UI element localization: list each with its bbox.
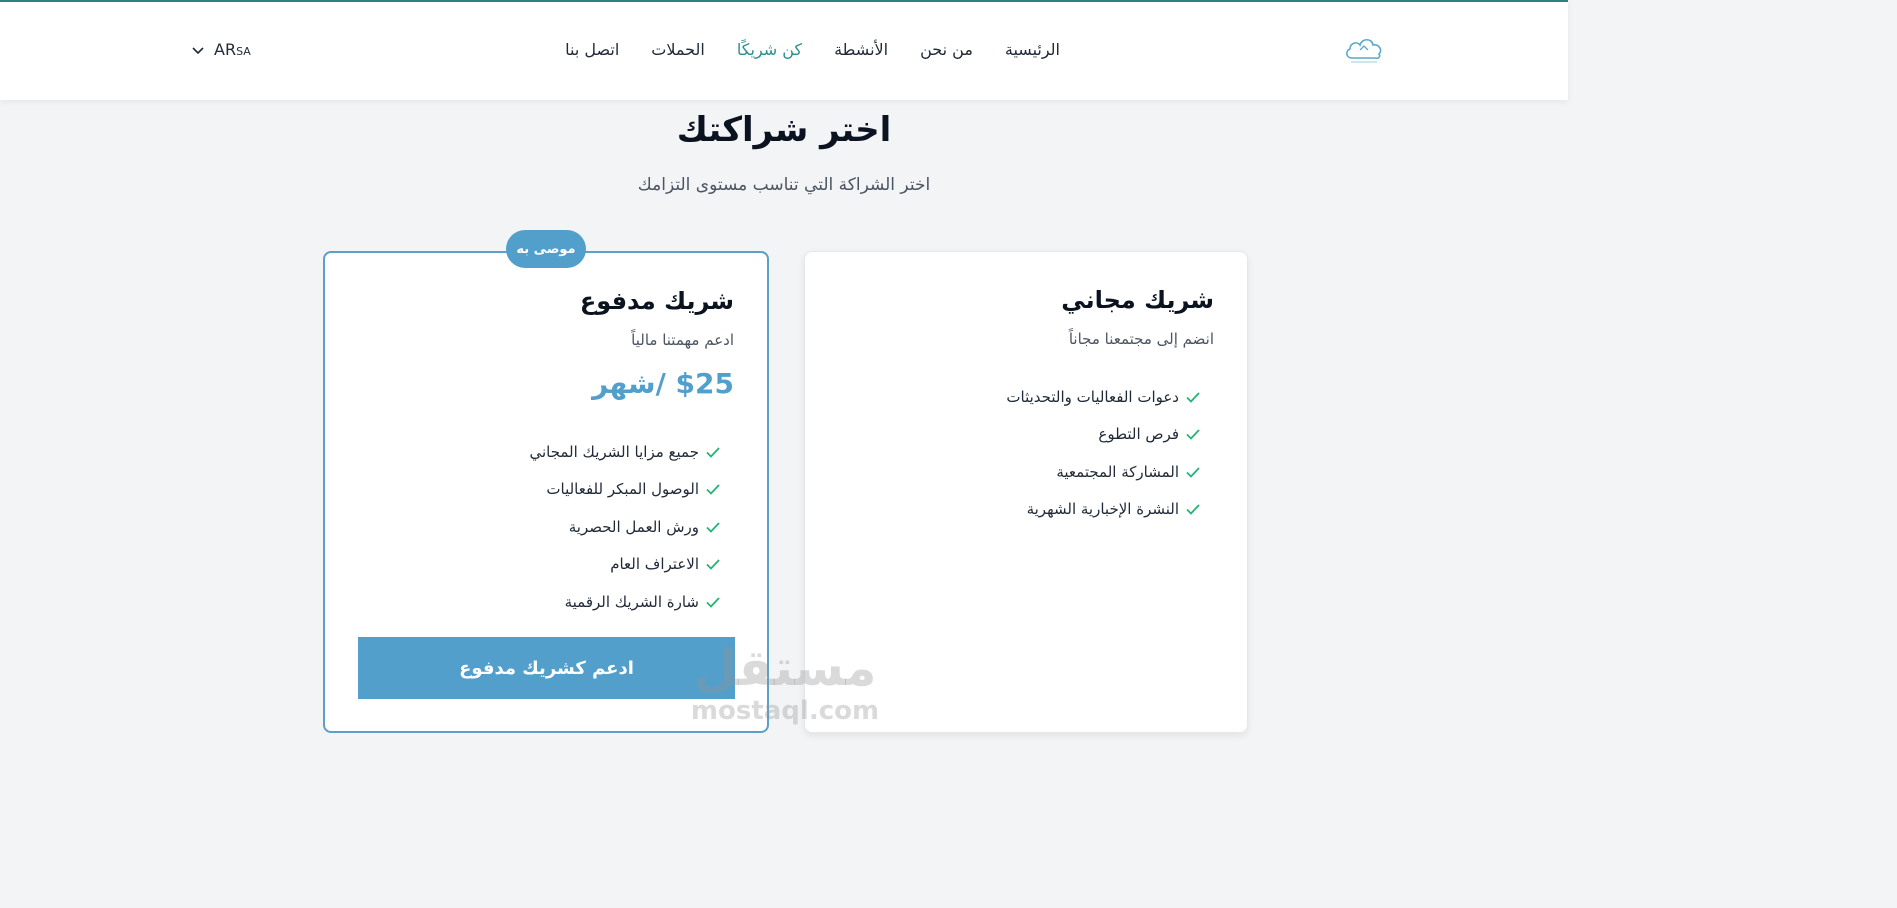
nav-item-become-partner[interactable]: كن شريكًا [737, 40, 802, 66]
nav-item-campaigns[interactable]: الحملات [651, 40, 705, 66]
feature-label: المشاركة المجتمعية [1056, 462, 1179, 481]
language-code: ARSA [214, 40, 251, 59]
feature-label: ورش العمل الحصرية [568, 517, 699, 536]
free-plan-features: دعوات الفعاليات والتحديثات فرص التطوع ال… [1006, 378, 1201, 528]
recommended-badge: موصى به [506, 230, 586, 268]
top-navbar: الرئيسية من نحن الأنشطة كن شريكًا الحملا… [0, 0, 1568, 100]
nav-item-home[interactable]: الرئيسية [1005, 40, 1060, 66]
feature-item: المشاركة المجتمعية [1006, 453, 1201, 491]
free-plan-title: شريك مجاني [1061, 286, 1214, 314]
paid-plan-features: جميع مزايا الشريك المجاني الوصول المبكر … [529, 433, 721, 621]
free-plan-description: انضم إلى مجتمعنا مجاناً [1068, 330, 1214, 348]
feature-item: الوصول المبكر للفعاليات [529, 471, 721, 509]
feature-item: جميع مزايا الشريك المجاني [529, 433, 721, 471]
feature-label: دعوات الفعاليات والتحديثات [1006, 387, 1179, 406]
feature-label: فرص التطوع [1098, 425, 1179, 444]
feature-item: ورش العمل الحصرية [529, 508, 721, 546]
feature-item: دعوات الفعاليات والتحديثات [1006, 378, 1201, 416]
paid-plan-price: $25 /شهر [592, 367, 734, 400]
paid-plan-description: ادعم مهمتنا مالياً [631, 331, 734, 349]
check-icon [1186, 504, 1200, 516]
feature-item: النشرة الإخبارية الشهرية [1006, 491, 1201, 529]
page-title: اختر شراكتك [676, 110, 892, 150]
free-plan-card: شريك مجاني انضم إلى مجتمعنا مجاناً دعوات… [804, 251, 1248, 733]
paid-plan-card: شريك مدفوع ادعم مهمتنا مالياً $25 /شهر ج… [323, 251, 769, 733]
check-icon [706, 447, 720, 458]
nav-item-about[interactable]: من نحن [920, 40, 973, 66]
check-icon [706, 597, 720, 608]
feature-item: الاعتراف العام [529, 546, 721, 584]
chevron-down-icon [192, 46, 204, 54]
check-icon [706, 484, 720, 496]
nav-item-activities[interactable]: الأنشطة [834, 40, 888, 66]
paid-plan-title: شريك مدفوع [579, 287, 734, 315]
feature-label: الاعتراف العام [610, 555, 699, 574]
page-subtitle: اختر الشراكة التي تناسب مستوى التزامك [637, 175, 931, 195]
language-selector[interactable]: ARSA [190, 40, 251, 59]
feature-item: فرص التطوع [1006, 416, 1201, 454]
check-icon [1186, 467, 1200, 478]
support-paid-partner-button[interactable]: ادعم كشريك مدفوع [358, 637, 735, 699]
check-icon [706, 559, 720, 571]
check-icon [1186, 429, 1200, 441]
check-icon [1186, 392, 1200, 403]
feature-item: شارة الشريك الرقمية [529, 583, 721, 621]
nav-item-contact[interactable]: اتصل بنا [565, 40, 619, 66]
cloud-logo-icon[interactable] [1342, 32, 1386, 66]
feature-label: النشرة الإخبارية الشهرية [1026, 500, 1179, 519]
main-nav: الرئيسية من نحن الأنشطة كن شريكًا الحملا… [540, 40, 1060, 66]
check-icon [706, 522, 720, 533]
feature-label: الوصول المبكر للفعاليات [546, 480, 699, 499]
feature-label: شارة الشريك الرقمية [564, 592, 699, 611]
feature-label: جميع مزايا الشريك المجاني [529, 442, 699, 461]
